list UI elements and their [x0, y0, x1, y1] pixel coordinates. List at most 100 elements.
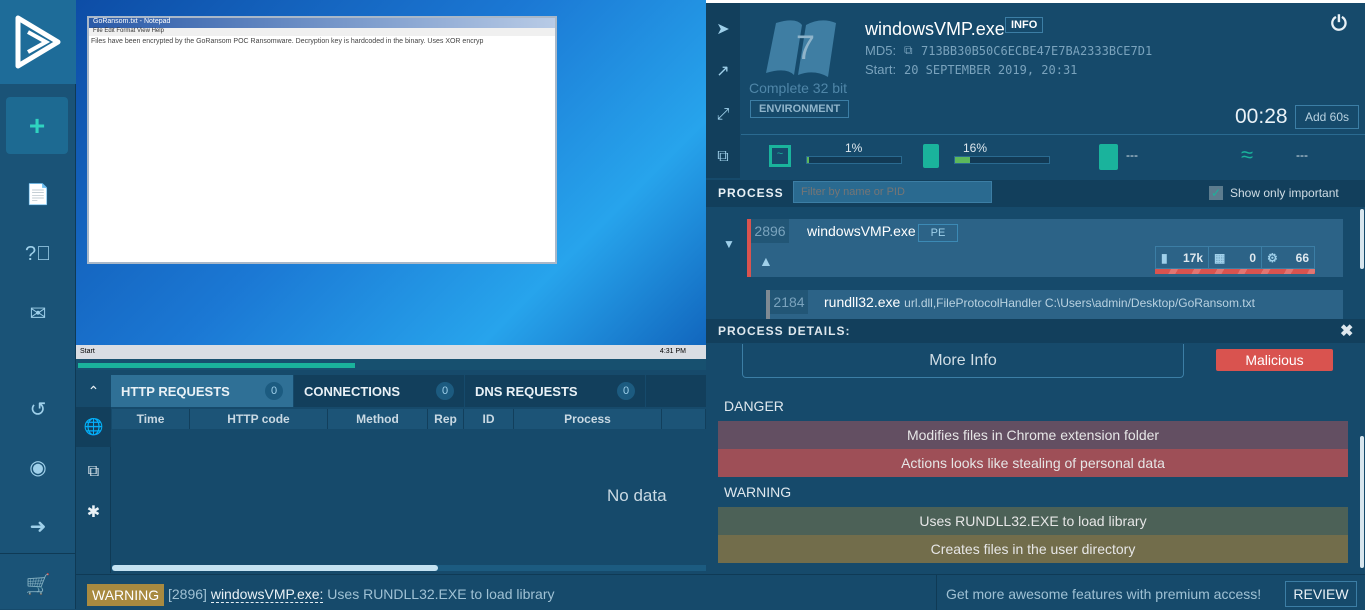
column-header[interactable]: Process	[514, 409, 662, 429]
count-badge: 0	[436, 382, 454, 400]
vm-screen[interactable]: GoRansom.txt - Notepad File Edit Format …	[76, 0, 706, 370]
verdict-badge: Malicious	[1216, 349, 1333, 371]
network-icon: ≈	[1241, 142, 1254, 167]
column-header[interactable]: ID	[464, 409, 514, 429]
divider	[936, 575, 937, 610]
files-icon[interactable]: ⧉	[76, 452, 111, 492]
task-info: 7 Complete 32 bit ENVIRONMENT windowsVMP…	[741, 3, 1365, 135]
ram-bar	[954, 156, 1050, 164]
logo-icon[interactable]	[0, 0, 76, 84]
tab-filler	[646, 375, 706, 407]
notepad-menu: File Edit Format View Help	[89, 28, 555, 36]
modules-icon: ⚙	[1267, 250, 1278, 265]
cpu-icon: ~	[769, 145, 791, 167]
tab-dns-requests[interactable]: DNS REQUESTS 0	[465, 375, 645, 407]
status-process-link[interactable]: windowsVMP.exe:	[210, 586, 324, 603]
show-important-checkbox[interactable]: ✓	[1209, 186, 1223, 200]
process-header: PROCESS ✓ Show only important	[706, 180, 1365, 207]
globe-icon[interactable]: 🌐	[76, 407, 111, 447]
tab-connections[interactable]: CONNECTIONS 0	[294, 375, 464, 407]
tab-http-requests[interactable]: HTTP REQUESTS 0	[111, 375, 293, 407]
cpu-bar-fill	[807, 157, 809, 163]
mail-icon[interactable]: ✉	[0, 293, 76, 333]
process-stats: ▮ 17k ▦ 0 ⚙ 66	[1155, 246, 1315, 269]
task-filename: windowsVMP.exe	[865, 19, 1005, 39]
process-args: url.dll,FileProtocolHandler C:\Users\adm…	[904, 296, 1255, 310]
process-filter-input[interactable]	[793, 181, 992, 203]
process-item[interactable]: 2896 windowsVMP.exe PE ▲ ▮ 17k ▦ 0 ⚙ 66	[747, 219, 1343, 277]
task-progress-fill	[78, 363, 356, 368]
collapse-chevron-icon[interactable]: ⌃	[76, 375, 111, 407]
count-badge: 0	[265, 382, 283, 400]
process-pid: 2896	[751, 219, 789, 243]
horizontal-scrollbar[interactable]	[112, 565, 706, 571]
add-time-button[interactable]: Add 60s	[1295, 105, 1359, 129]
close-icon[interactable]: ✖	[1340, 321, 1353, 341]
fullscreen-icon[interactable]: ⤢	[706, 95, 740, 135]
status-bar: WARNING [2896] windowsVMP.exe: Uses RUND…	[76, 574, 1365, 610]
files-count: 17k	[1182, 250, 1203, 265]
task-panel: ➤ ↗ ⤢ ⧉ 7 Complete 32 bit ENVIRONMENT wi…	[706, 0, 1365, 574]
column-header[interactable]: Time	[112, 409, 190, 429]
bug-icon[interactable]: ✱	[76, 492, 111, 532]
expand-triangle-icon[interactable]: ▼	[723, 237, 735, 251]
review-button[interactable]: REVIEW	[1285, 581, 1357, 607]
cursor-icon[interactable]: ➤	[706, 9, 740, 49]
status-text: Uses RUNDLL32.EXE to load library	[327, 586, 555, 602]
column-header[interactable]: Rep	[428, 409, 464, 429]
user-icon[interactable]: ◉	[0, 447, 76, 487]
column-header[interactable]: Method	[328, 409, 428, 429]
details-title: PROCESS DETAILS:	[718, 324, 851, 338]
cpu-percent: 1%	[845, 141, 863, 155]
warning-item: Uses RUNDLL32.EXE to load library	[718, 507, 1348, 535]
more-info-button[interactable]: More Info	[742, 344, 1184, 378]
network-side-nav: 🌐 ⧉ ✱	[76, 407, 111, 573]
process-list: ▼ 2896 windowsVMP.exe PE ▲ ▮ 17k ▦ 0 ⚙ 66 2…	[706, 207, 1365, 319]
count-badge: 0	[617, 382, 635, 400]
resource-monitor: ~ 1% 16% --- ≈ ---	[741, 136, 1365, 178]
modules-count: 66	[1295, 250, 1309, 265]
timer: 00:28	[1235, 105, 1288, 128]
process-item[interactable]: 2184 rundll32.exe url.dll,FileProtocolHa…	[766, 290, 1343, 319]
task-progress	[76, 359, 706, 370]
cpu-bar	[806, 156, 902, 164]
process-pid: 2184	[770, 290, 808, 314]
sidebar: + 📄 ?⃝ ✉ ↺ ◉ ➜ 🛒	[0, 0, 76, 609]
md5-value: 713BB30B50C6ECBE47E7BA2333BCE7D1	[921, 44, 1153, 58]
document-icon[interactable]: 📄	[0, 174, 76, 214]
external-link-icon[interactable]: ↗	[706, 51, 740, 91]
start-button[interactable]: Start	[80, 348, 95, 355]
ram-bar-fill	[955, 157, 971, 163]
notepad-text: Files have been encrypted by the GoRanso…	[91, 38, 484, 45]
copy-icon[interactable]: ⧉	[706, 137, 740, 177]
tab-label: DNS REQUESTS	[475, 383, 578, 399]
empty-message: No data	[607, 486, 667, 505]
details-scrollbar[interactable]	[1360, 436, 1364, 568]
danger-heading: DANGER	[724, 398, 784, 414]
notepad-window[interactable]: GoRansom.txt - Notepad File Edit Format …	[87, 16, 557, 264]
help-icon[interactable]: ?⃝	[0, 234, 76, 274]
copy-md5-icon[interactable]: ⧉	[904, 43, 913, 58]
logout-icon[interactable]: ➜	[0, 506, 76, 546]
process-name: windowsVMP.exe	[807, 223, 916, 239]
column-header[interactable]: HTTP code	[190, 409, 328, 429]
history-icon[interactable]: ↺	[0, 389, 76, 429]
disk-icon	[1099, 144, 1118, 170]
power-icon[interactable]: ⏻	[1331, 13, 1347, 36]
registry-count: 0	[1249, 250, 1256, 265]
cart-icon[interactable]: 🛒	[0, 564, 76, 604]
disk-value: ---	[1126, 148, 1138, 162]
process-scrollbar[interactable]	[1360, 209, 1364, 269]
threat-bar	[1155, 269, 1315, 274]
new-task-button[interactable]: +	[6, 97, 68, 154]
scrollbar-thumb[interactable]	[112, 565, 438, 571]
warning-heading: WARNING	[724, 484, 792, 500]
memory-icon	[923, 144, 939, 168]
file-icon: ▮	[1161, 250, 1168, 265]
vm-taskbar: Start 4:31 PM	[76, 345, 706, 359]
pe-badge: PE	[918, 224, 958, 242]
warning-badge: WARNING	[87, 584, 165, 606]
process-title: PROCESS	[718, 186, 784, 200]
environment-button[interactable]: ENVIRONMENT	[750, 100, 850, 118]
info-button[interactable]: INFO	[1005, 17, 1044, 33]
